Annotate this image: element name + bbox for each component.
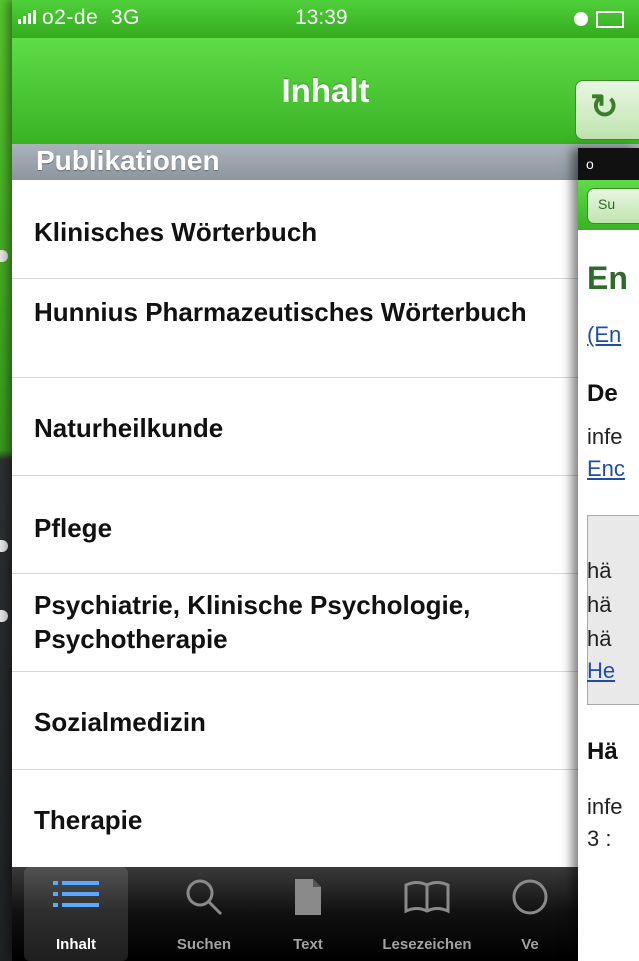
list-item[interactable]: Psychiatrie, Klinische Psychologie, Psyc… bbox=[12, 574, 639, 672]
list-item[interactable]: Hunnius Pharmazeutisches Wörterbuch bbox=[12, 279, 639, 378]
alarm-icon bbox=[574, 12, 588, 27]
list-item-label: Psychiatrie, Klinische Psychologie, Psyc… bbox=[34, 590, 471, 654]
list-item-label: Naturheilkunde bbox=[34, 413, 224, 443]
info-box-text: hä bbox=[587, 626, 612, 651]
article-text: infe bbox=[587, 424, 623, 449]
tab-label: Ve bbox=[521, 936, 539, 953]
article-text: infe bbox=[587, 794, 623, 819]
tab-lesezeichen[interactable]: Lesezeichen bbox=[362, 867, 492, 961]
info-box-link[interactable]: He bbox=[587, 658, 615, 684]
network-type: 3G bbox=[110, 6, 140, 29]
tab-verlauf[interactable]: Ve bbox=[500, 867, 560, 961]
article-link[interactable]: Enc bbox=[587, 456, 625, 482]
frequency-heading: Hä bbox=[587, 738, 618, 765]
navigation-bar: Inhalt ↻ bbox=[12, 38, 639, 144]
list-item-label: Hunnius Pharmazeutisches Wörterbuch bbox=[34, 297, 527, 327]
signal-icon bbox=[18, 6, 38, 30]
list-item[interactable]: Therapie bbox=[12, 770, 639, 868]
list-item[interactable]: Pflege bbox=[12, 476, 639, 574]
status-bar: o2-de 3G 13:39 bbox=[12, 0, 639, 38]
overlay-carrier: o bbox=[586, 156, 594, 172]
definition-heading: De bbox=[587, 380, 618, 407]
refresh-button[interactable]: ↻ bbox=[575, 80, 639, 140]
carrier-name: o2-de bbox=[42, 6, 99, 29]
tab-label: Text bbox=[293, 936, 323, 953]
list-icon bbox=[53, 881, 99, 907]
tab-text[interactable]: Text bbox=[258, 867, 358, 961]
overlay-nav-bar: Su bbox=[578, 180, 639, 230]
overlay-phone-screen: o Su En (En De infe Enc hä hä hä He Hä i… bbox=[578, 148, 639, 961]
background-ui-fragment bbox=[0, 540, 8, 552]
tab-bar: Inhalt Suchen Text Lesezeichen Ve bbox=[12, 867, 639, 961]
section-header-label: Publikationen bbox=[36, 145, 220, 176]
overlay-search-button[interactable]: Su bbox=[587, 188, 639, 224]
list-item[interactable]: Klinisches Wörterbuch bbox=[12, 180, 639, 279]
background-ui-fragment bbox=[0, 250, 8, 262]
list-item-label: Therapie bbox=[34, 805, 143, 835]
overlay-search-button-label: Su bbox=[598, 196, 616, 212]
page-title: Inhalt bbox=[281, 72, 370, 109]
list-item-label: Pflege bbox=[34, 513, 113, 543]
tab-inhalt[interactable]: Inhalt bbox=[24, 867, 128, 961]
list-item[interactable]: Naturheilkunde bbox=[12, 378, 639, 476]
info-box-text: hä bbox=[587, 558, 612, 583]
book-icon bbox=[404, 881, 450, 914]
tab-suchen[interactable]: Suchen bbox=[154, 867, 254, 961]
phone-screen: o2-de 3G 13:39 Inhalt ↻ Publikationen Kl… bbox=[12, 0, 639, 961]
battery-icon bbox=[596, 10, 624, 28]
status-icons bbox=[574, 7, 624, 31]
carrier-info: o2-de 3G bbox=[18, 6, 140, 30]
tab-label: Suchen bbox=[176, 936, 232, 953]
clock-icon bbox=[512, 879, 548, 915]
status-time: 13:39 bbox=[295, 6, 348, 29]
info-box-text: hä bbox=[587, 592, 612, 617]
list-item[interactable]: Sozialmedizin bbox=[12, 672, 639, 770]
article-text: 3 : bbox=[587, 826, 612, 851]
tab-label: Lesezeichen bbox=[382, 936, 472, 953]
article-link[interactable]: (En bbox=[587, 322, 621, 348]
article-heading: En bbox=[587, 260, 628, 296]
search-icon bbox=[186, 879, 223, 916]
list-item-label: Klinisches Wörterbuch bbox=[34, 217, 318, 247]
background-ui-fragment bbox=[0, 610, 8, 622]
tab-label: Inhalt bbox=[56, 936, 96, 953]
list-item-label: Sozialmedizin bbox=[34, 707, 206, 737]
document-icon bbox=[295, 879, 321, 915]
section-header: Publikationen bbox=[12, 144, 639, 180]
refresh-icon: ↻ bbox=[590, 88, 619, 126]
overlay-status-bar: o bbox=[578, 148, 639, 180]
